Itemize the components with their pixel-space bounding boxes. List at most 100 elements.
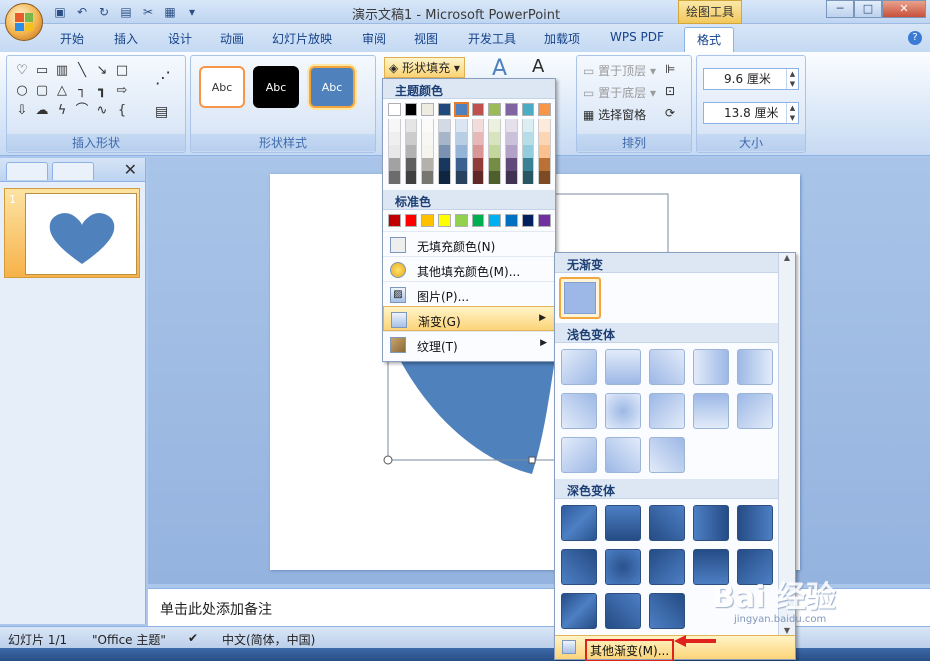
tint-swatch[interactable] <box>454 145 468 158</box>
color-swatch[interactable] <box>521 214 535 227</box>
tint-swatch[interactable] <box>404 158 418 171</box>
curve-shape-icon[interactable]: ⌒ <box>73 102 91 120</box>
dark-gradient-option[interactable] <box>693 505 729 541</box>
tint-swatch[interactable] <box>421 171 435 184</box>
color-swatch[interactable] <box>388 214 401 227</box>
color-swatch[interactable] <box>521 103 535 116</box>
tint-swatch[interactable] <box>538 171 552 184</box>
style-sample-orange[interactable]: Abc <box>199 66 245 108</box>
light-gradient-option[interactable] <box>649 349 685 385</box>
help-icon[interactable]: ? <box>908 31 922 45</box>
color-swatch[interactable] <box>438 103 451 116</box>
tint-swatch[interactable] <box>454 171 468 184</box>
save-icon[interactable]: ▣ <box>52 4 68 20</box>
close-icon[interactable]: ✕ <box>124 160 137 179</box>
tint-swatch[interactable] <box>504 119 518 132</box>
tint-swatch[interactable] <box>488 132 501 145</box>
elbow-connector-icon[interactable]: ┐ <box>73 82 91 100</box>
edit-shape-icon[interactable]: ⋰ <box>155 68 171 87</box>
arrow-line-icon[interactable]: ↘ <box>93 62 111 80</box>
oval-shape-icon[interactable]: ○ <box>13 82 31 100</box>
tint-swatch[interactable] <box>521 171 535 184</box>
tint-swatch[interactable] <box>521 119 535 132</box>
tint-swatch[interactable] <box>488 171 501 184</box>
color-swatch[interactable] <box>471 103 485 116</box>
spell-check-icon[interactable]: ✔ <box>188 631 198 645</box>
light-gradient-option[interactable] <box>561 349 597 385</box>
color-swatch[interactable] <box>388 103 401 116</box>
tint-swatch[interactable] <box>538 119 552 132</box>
tab-insert[interactable]: 插入 <box>114 30 138 47</box>
tint-swatch[interactable] <box>421 145 435 158</box>
tint-swatch[interactable] <box>521 132 535 145</box>
tint-swatch[interactable] <box>538 132 552 145</box>
tint-swatch[interactable] <box>421 132 435 145</box>
tint-swatch[interactable] <box>404 119 418 132</box>
lightning-shape-icon[interactable]: ϟ <box>53 102 71 120</box>
tab-wps-pdf[interactable]: WPS PDF <box>610 30 664 44</box>
tab-developer[interactable]: 开发工具 <box>468 30 516 47</box>
minimize-button[interactable]: ─ <box>826 0 854 18</box>
rectangle-shape-icon[interactable]: □ <box>113 62 131 80</box>
line-shape-icon[interactable]: ╲ <box>73 62 91 80</box>
undo-icon[interactable]: ↶ <box>74 4 90 20</box>
tab-addins[interactable]: 加载项 <box>544 30 580 47</box>
color-swatch[interactable] <box>404 214 418 227</box>
slide-thumbnail-selected[interactable]: 1 <box>4 188 140 278</box>
tint-swatch[interactable] <box>471 145 485 158</box>
tint-swatch[interactable] <box>521 145 535 158</box>
color-swatch[interactable] <box>454 214 468 227</box>
dark-gradient-option[interactable] <box>737 505 773 541</box>
dark-gradient-option[interactable] <box>605 505 641 541</box>
tint-swatch[interactable] <box>438 171 451 184</box>
light-gradient-option[interactable] <box>561 437 597 473</box>
tab-animation[interactable]: 动画 <box>220 30 244 47</box>
color-swatch[interactable] <box>471 214 485 227</box>
tint-swatch[interactable] <box>504 158 518 171</box>
print-preview-icon[interactable]: ▤ <box>118 4 134 20</box>
shape-height-input[interactable]: 9.6 厘米 ▲ ▼ <box>703 68 799 90</box>
maximize-button[interactable]: □ <box>854 0 882 18</box>
text-color-icon[interactable]: A <box>532 56 544 77</box>
tint-swatch[interactable] <box>421 119 435 132</box>
light-gradient-option[interactable] <box>561 393 597 429</box>
color-swatch[interactable] <box>421 214 435 227</box>
style-sample-blue[interactable]: Abc <box>309 66 355 108</box>
selection-pane-button[interactable]: ▦ 选择窗格 <box>583 106 646 123</box>
tint-swatch[interactable] <box>471 119 485 132</box>
tint-swatch[interactable] <box>471 158 485 171</box>
triangle-shape-icon[interactable]: △ <box>53 82 71 100</box>
textbox-shape-icon[interactable]: ▭ <box>33 62 51 80</box>
dark-gradient-option[interactable] <box>605 593 641 629</box>
bring-to-front-button[interactable]: ▭ 置于顶层 ▾ <box>583 62 656 79</box>
rotate-icon[interactable]: ⟳ <box>665 106 675 120</box>
scroll-up-icon[interactable]: ▲ <box>779 253 795 262</box>
group-objects-icon[interactable]: ⊡ <box>665 84 675 98</box>
tint-swatch[interactable] <box>421 158 435 171</box>
slides-tab[interactable] <box>6 162 48 180</box>
tab-slideshow[interactable]: 幻灯片放映 <box>272 30 332 47</box>
color-swatch[interactable] <box>404 103 418 116</box>
dark-gradient-option[interactable] <box>649 549 685 585</box>
color-swatch[interactable] <box>488 103 501 116</box>
tab-review[interactable]: 审阅 <box>362 30 386 47</box>
light-gradient-option[interactable] <box>605 437 641 473</box>
tint-swatch[interactable] <box>388 132 401 145</box>
tint-swatch[interactable] <box>488 158 501 171</box>
height-spinner-icon[interactable]: ▲ ▼ <box>786 69 798 89</box>
dark-gradient-option[interactable] <box>605 549 641 585</box>
brace-shape-icon[interactable]: { <box>113 102 131 120</box>
color-swatch[interactable] <box>488 214 501 227</box>
slide-thumbnail[interactable] <box>25 193 137 275</box>
tint-swatch[interactable] <box>454 119 468 132</box>
tint-swatch[interactable] <box>404 145 418 158</box>
tint-swatch[interactable] <box>388 145 401 158</box>
tint-swatch[interactable] <box>438 158 451 171</box>
tint-swatch[interactable] <box>471 171 485 184</box>
tint-swatch[interactable] <box>488 145 501 158</box>
tint-swatch[interactable] <box>438 119 451 132</box>
light-gradient-option[interactable] <box>737 393 773 429</box>
light-gradient-option[interactable] <box>605 393 641 429</box>
tint-swatch[interactable] <box>504 145 518 158</box>
tint-swatch[interactable] <box>504 171 518 184</box>
